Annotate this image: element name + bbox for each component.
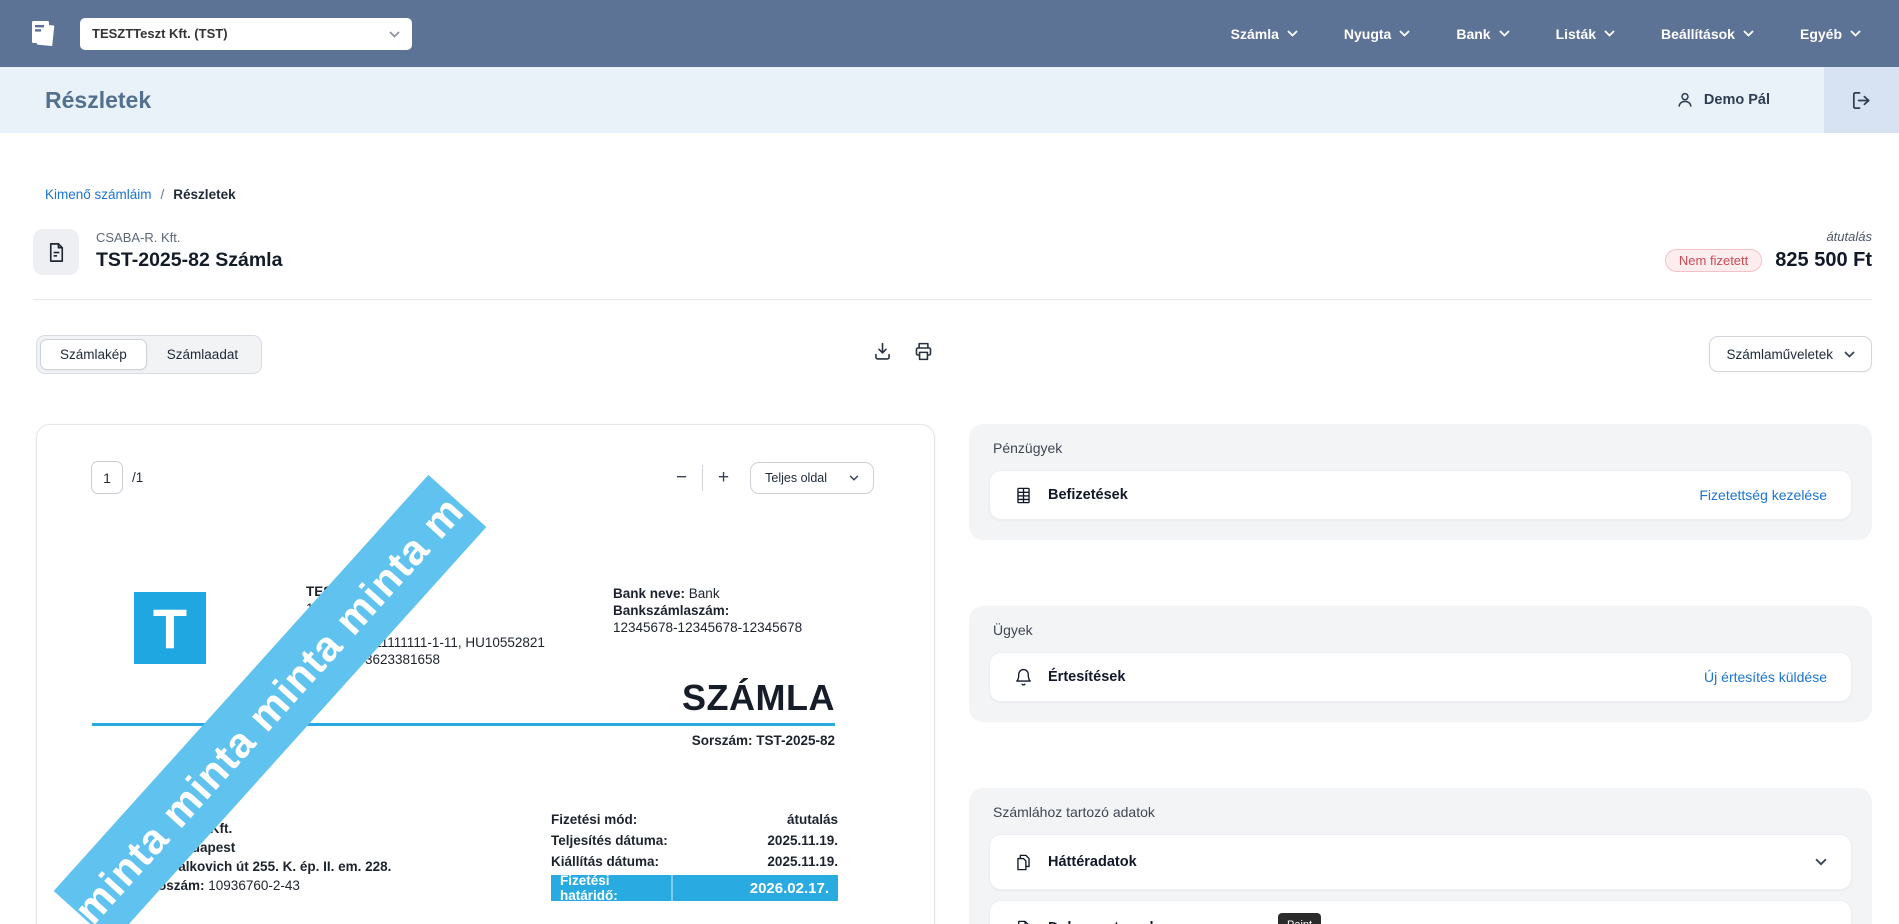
panel-heading: Számlához tartozó adatok xyxy=(993,804,1852,820)
status-badge: Nem fizetett xyxy=(1665,249,1762,272)
menu-item-label: Egyéb xyxy=(1800,26,1842,42)
breadcrumb-link-kimeno-szamlaim[interactable]: Kimenő számláim xyxy=(45,187,152,202)
chevron-down-icon[interactable] xyxy=(1815,858,1827,866)
header-divider xyxy=(33,299,1872,300)
top-navbar: TESZTTeszt Kft. (TST) Számla Nyugta Bank… xyxy=(0,0,1899,67)
row-befizetesek: Befizetések Fizetettség kezelése xyxy=(989,470,1852,520)
panel-penzugyek: Pénzügyek Befizetések Fizetettség kezelé… xyxy=(969,424,1872,540)
chevron-down-icon xyxy=(389,26,400,41)
buyer-tax: Adószám: 10936760-2-43 xyxy=(140,876,391,895)
invoice-serial: Sorszám: TST-2025-82 xyxy=(692,733,835,748)
view-tabs: Számlakép Számlaadat xyxy=(36,335,262,374)
panel-ugyek: Ügyek Értesítések Új értesítés küldése xyxy=(969,606,1872,722)
pdf-viewer-card: /1 − + Teljes oldal minta minta minta mi… xyxy=(36,424,935,924)
row-title: Háttéradatok xyxy=(1048,854,1137,870)
bank-block: Bank neve: Bank Bankszámlaszám: 12345678… xyxy=(613,585,802,636)
panel-szamlahoz-tartozo-adatok: Számlához tartozó adatok Háttéradatok xyxy=(969,788,1872,924)
menu-item-label: Beállítások xyxy=(1661,26,1735,42)
company-select[interactable]: TESZTTeszt Kft. (TST) xyxy=(80,18,412,50)
chevron-down-icon xyxy=(1604,30,1615,37)
copy-documents-icon xyxy=(1014,853,1033,872)
menu-item-bank[interactable]: Bank xyxy=(1456,26,1509,42)
payment-details-table: Fizetési mód: átutalás Teljesítés dátuma… xyxy=(551,809,838,901)
invoice-doc-type: SZÁMLA xyxy=(682,677,835,719)
content-row: /1 − + Teljes oldal minta minta minta mi… xyxy=(36,424,1872,924)
status-amount-row: Nem fizetett 825 500 Ft xyxy=(1665,249,1872,272)
breadcrumb-current: Részletek xyxy=(173,187,235,202)
operations-label: Számlaműveletek xyxy=(1726,347,1833,362)
chevron-down-icon xyxy=(1850,30,1861,37)
chevron-down-icon xyxy=(1399,30,1410,37)
invoice-title: TST-2025-82 Számla xyxy=(96,249,282,272)
invoice-operations-button[interactable]: Számlaműveletek xyxy=(1709,336,1872,372)
bell-icon xyxy=(1014,668,1033,687)
menu-item-label: Számla xyxy=(1231,26,1279,42)
menu-item-label: Listák xyxy=(1556,26,1596,42)
invoice-header: CSABA-R. Kft. TST-2025-82 Számla átutalá… xyxy=(33,229,1872,275)
chevron-down-icon xyxy=(1499,30,1510,37)
tab-szamlakep[interactable]: Számlakép xyxy=(40,339,147,370)
payment-row: Fizetési mód: átutalás xyxy=(551,809,838,830)
menu-item-nyugta[interactable]: Nyugta xyxy=(1344,26,1410,42)
bank-account: 12345678-12345678-12345678 xyxy=(613,619,802,636)
invoice-header-text: CSABA-R. Kft. TST-2025-82 Számla xyxy=(96,229,282,272)
chevron-down-icon xyxy=(1287,30,1298,37)
menu-item-beallitasok[interactable]: Beállítások xyxy=(1661,26,1754,42)
invoice-toolbar: Számlakép Számlaadat Számlaműveletek xyxy=(36,334,1872,374)
paint-tooltip: Paint xyxy=(1278,913,1321,924)
partner-name: CSABA-R. Kft. xyxy=(96,230,282,245)
seller-logo: T xyxy=(134,592,206,664)
row-title: Befizetések xyxy=(1048,487,1128,503)
fizetettseg-kezelese-link[interactable]: Fizetettség kezelése xyxy=(1699,487,1827,503)
logout-icon xyxy=(1850,89,1873,112)
app-logo-icon xyxy=(24,15,62,53)
document-outline-icon xyxy=(1014,919,1033,924)
menu-item-label: Bank xyxy=(1456,26,1490,42)
payment-row: Kiállítás dátuma: 2025.11.19. xyxy=(551,851,838,872)
right-column: Pénzügyek Befizetések Fizetettség kezelé… xyxy=(969,424,1872,924)
logout-button[interactable] xyxy=(1824,67,1899,133)
download-icon[interactable] xyxy=(872,341,893,367)
main-menu: Számla Nyugta Bank Listák Beállítások Eg… xyxy=(1231,26,1875,42)
row-title: Dokumentumok xyxy=(1048,920,1158,924)
row-title: Értesítések xyxy=(1048,669,1125,685)
uj-ertesites-kuldese-link[interactable]: Új értesítés küldése xyxy=(1704,669,1827,685)
payment-method: átutalás xyxy=(1665,229,1872,244)
row-hatteradatok[interactable]: Háttéradatok xyxy=(989,834,1852,890)
print-icon[interactable] xyxy=(913,341,934,367)
payment-row: Teljesítés dátuma: 2025.11.19. xyxy=(551,830,838,851)
breadcrumb-separator: / xyxy=(161,187,165,202)
menu-item-szamla[interactable]: Számla xyxy=(1231,26,1298,42)
row-ertesitesek: Értesítések Új értesítés küldése xyxy=(989,652,1852,702)
panel-heading: Pénzügyek xyxy=(993,440,1852,456)
row-dokumentumok[interactable]: Dokumentumok Paint xyxy=(989,900,1852,924)
company-select-value: TESZTTeszt Kft. (TST) xyxy=(92,26,228,41)
bank-account-label: Bankszámlaszám: xyxy=(613,602,802,619)
payments-table-icon xyxy=(1014,486,1033,505)
payment-row-due-date: Fizetési határidő: 2026.02.17. xyxy=(551,875,838,901)
invoice-amount: 825 500 Ft xyxy=(1775,249,1872,272)
main-content: Kimenő számláim / Részletek CSABA-R. Kft… xyxy=(0,187,1899,924)
user-name: Demo Pál xyxy=(1704,92,1770,108)
chevron-down-icon xyxy=(1844,351,1855,358)
menu-item-egyeb[interactable]: Egyéb xyxy=(1800,26,1861,42)
invoice-preview: minta minta minta minta minta T TESZT - … xyxy=(37,425,934,924)
subheader-bar: Részletek Demo Pál xyxy=(0,67,1899,133)
tab-szamlaadat[interactable]: Számlaadat xyxy=(147,339,258,370)
chevron-down-icon xyxy=(1743,30,1754,37)
page-title: Részletek xyxy=(45,87,151,114)
document-icon xyxy=(45,241,68,264)
menu-item-listak[interactable]: Listák xyxy=(1556,26,1615,42)
invoice-document-iconbox xyxy=(33,229,79,275)
user-menu[interactable]: Demo Pál xyxy=(1675,90,1770,110)
toolbar-icons xyxy=(872,341,934,367)
breadcrumb: Kimenő számláim / Részletek xyxy=(45,187,1899,202)
invoice-header-right: átutalás Nem fizetett 825 500 Ft xyxy=(1665,229,1872,272)
menu-item-label: Nyugta xyxy=(1344,26,1391,42)
bank-name: Bank neve: Bank xyxy=(613,585,802,602)
panel-heading: Ügyek xyxy=(993,622,1852,638)
user-icon xyxy=(1675,90,1695,110)
